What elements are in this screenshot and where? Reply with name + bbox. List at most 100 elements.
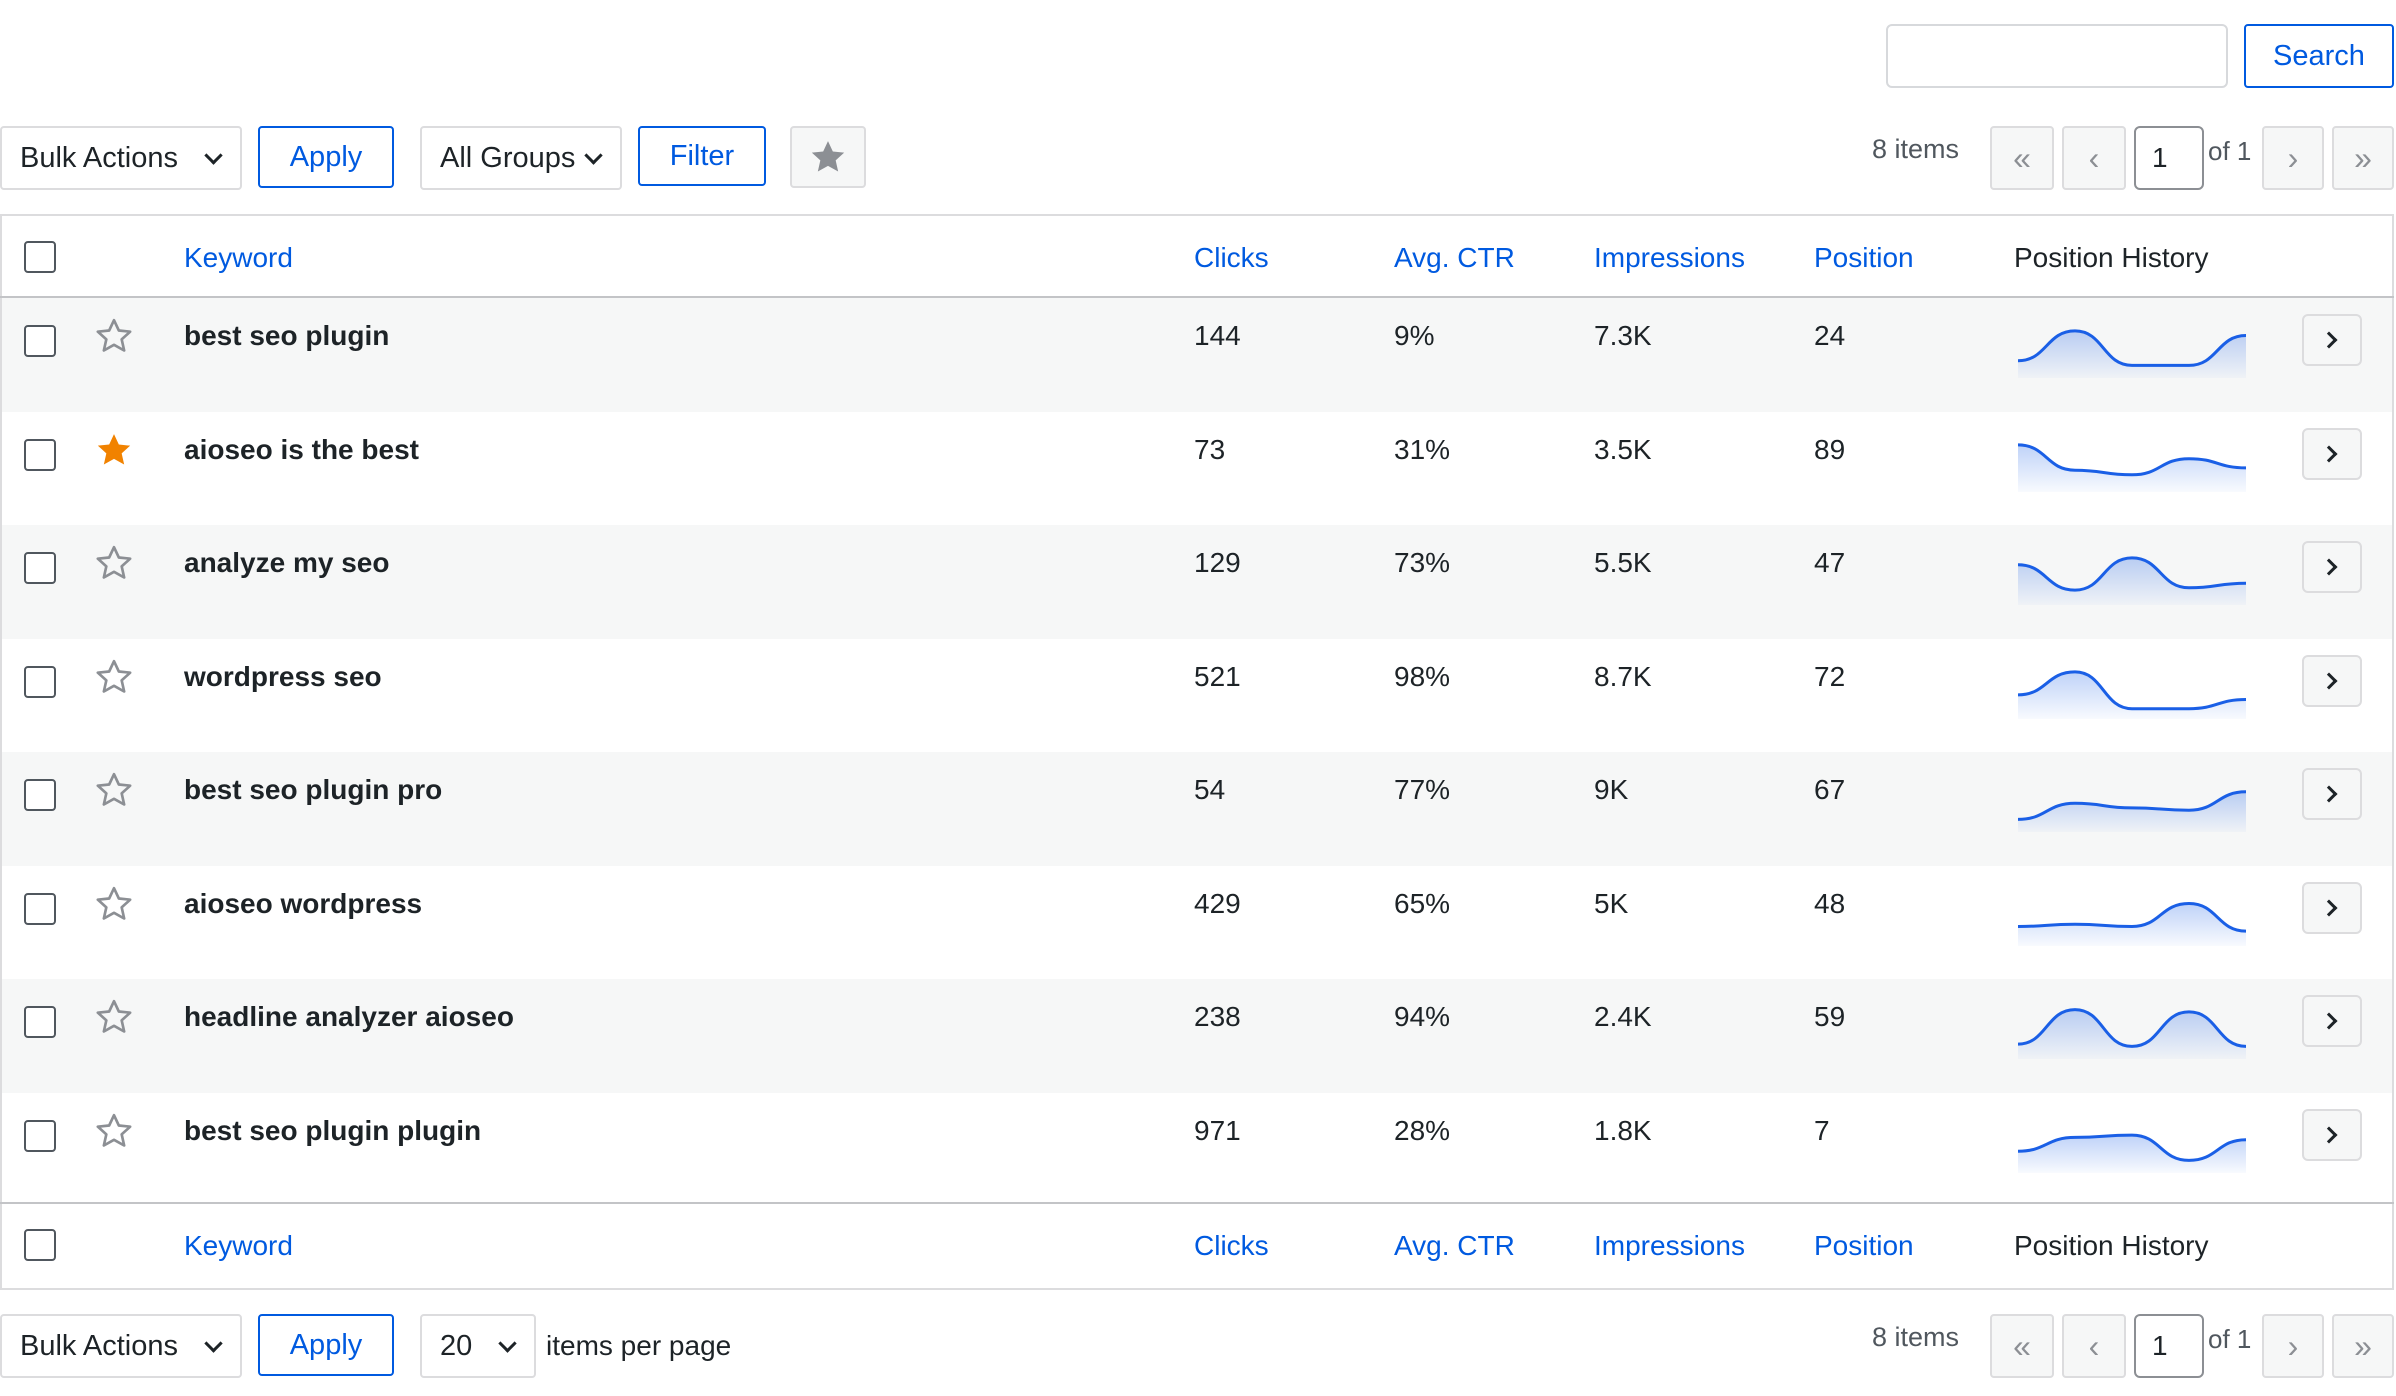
star-outline-icon[interactable] <box>94 1111 134 1151</box>
last-page-button[interactable]: » <box>2332 126 2394 190</box>
impressions-cell: 9K <box>1594 774 1629 805</box>
clicks-cell: 144 <box>1194 320 1241 351</box>
bulk-actions-label: Bulk Actions <box>20 141 178 174</box>
bulk-actions-select-bottom[interactable]: Bulk Actions <box>0 1314 242 1378</box>
row-details-button[interactable] <box>2302 428 2362 480</box>
per-page-label: items per page <box>546 1330 732 1361</box>
column-keyword[interactable]: Keyword <box>184 242 293 274</box>
favorites-filter-button[interactable] <box>790 126 866 188</box>
chevron-down-icon <box>584 146 603 165</box>
first-page-button-bottom[interactable]: « <box>1990 1314 2054 1378</box>
row-details-button[interactable] <box>2302 1109 2362 1161</box>
position-history-sparkline <box>2017 1133 2247 1173</box>
star-outline-icon[interactable] <box>94 884 134 924</box>
prev-page-button[interactable]: ‹ <box>2062 126 2126 190</box>
search-input[interactable] <box>1886 24 2228 88</box>
row-checkbox[interactable] <box>24 325 56 357</box>
impressions-cell: 5.5K <box>1594 547 1652 578</box>
footer-divider <box>0 1202 2394 1204</box>
groups-label: All Groups <box>440 141 576 174</box>
sparkline-area <box>2018 791 2246 832</box>
clicks-cell: 521 <box>1194 661 1241 692</box>
clicks-cell: 73 <box>1194 434 1226 465</box>
last-page-button-bottom[interactable]: » <box>2332 1314 2394 1378</box>
column-position[interactable]: Position <box>1814 242 1914 274</box>
column-clicks[interactable]: Clicks <box>1194 242 1269 274</box>
column-keyword-footer[interactable]: Keyword <box>184 1230 293 1262</box>
clicks-cell: 54 <box>1194 774 1226 805</box>
row-details-button[interactable] <box>2302 882 2362 934</box>
keyword-cell[interactable]: best seo plugin <box>184 320 389 352</box>
row-checkbox[interactable] <box>24 552 56 584</box>
clicks-cell: 238 <box>1194 1001 1241 1032</box>
row-details-button[interactable] <box>2302 541 2362 593</box>
star-outline-icon[interactable] <box>94 997 134 1037</box>
row-details-button[interactable] <box>2302 314 2362 366</box>
column-position-history-footer: Position History <box>2014 1230 2209 1261</box>
chevron-right-icon <box>2320 445 2338 463</box>
apply-button[interactable]: Apply <box>258 126 394 188</box>
row-checkbox[interactable] <box>24 779 56 811</box>
star-filled-icon[interactable] <box>94 430 134 470</box>
position-cell: 24 <box>1814 320 1846 351</box>
select-all-checkbox-footer[interactable] <box>24 1229 56 1261</box>
row-details-button[interactable] <box>2302 768 2362 820</box>
groups-select[interactable]: All Groups <box>420 126 622 190</box>
clicks-cell: 129 <box>1194 547 1241 578</box>
impressions-cell: 7.3K <box>1594 320 1652 351</box>
row-checkbox[interactable] <box>24 893 56 925</box>
per-page-select[interactable]: 20 <box>420 1314 536 1378</box>
ctr-cell: 94% <box>1394 1001 1451 1032</box>
keyword-cell[interactable]: best seo plugin pro <box>184 774 442 806</box>
ctr-cell: 73% <box>1394 547 1451 578</box>
column-impressions[interactable]: Impressions <box>1594 242 1745 274</box>
per-page-value: 20 <box>440 1329 473 1362</box>
keyword-cell[interactable]: aioseo is the best <box>184 434 419 466</box>
keyword-cell[interactable]: headline analyzer aioseo <box>184 1001 514 1033</box>
page-number-input[interactable]: 1 <box>2134 126 2204 190</box>
chevron-right-icon <box>2320 672 2338 690</box>
keyword-cell[interactable]: analyze my seo <box>184 547 389 579</box>
apply-button-bottom[interactable]: Apply <box>258 1314 394 1376</box>
prev-page-button-bottom[interactable]: ‹ <box>2062 1314 2126 1378</box>
impressions-cell: 1.8K <box>1594 1115 1652 1146</box>
chevron-right-icon <box>2320 331 2338 349</box>
row-checkbox[interactable] <box>24 666 56 698</box>
star-outline-icon[interactable] <box>94 770 134 810</box>
keyword-cell[interactable]: aioseo wordpress <box>184 888 422 920</box>
items-count: 8 items <box>1872 134 1960 164</box>
ctr-cell: 28% <box>1394 1115 1451 1146</box>
position-history-sparkline <box>2017 1008 2247 1059</box>
bulk-actions-select[interactable]: Bulk Actions <box>0 126 242 190</box>
row-checkbox[interactable] <box>24 1006 56 1038</box>
row-checkbox[interactable] <box>24 439 56 471</box>
star-outline-icon[interactable] <box>94 657 134 697</box>
filter-button[interactable]: Filter <box>638 126 766 186</box>
chevron-right-icon <box>2320 899 2338 917</box>
chevron-right-icon <box>2320 785 2338 803</box>
position-history-sparkline <box>2017 329 2247 378</box>
row-details-button[interactable] <box>2302 655 2362 707</box>
search-button[interactable]: Search <box>2244 24 2394 88</box>
bulk-actions-label: Bulk Actions <box>20 1329 178 1362</box>
row-checkbox[interactable] <box>24 1120 56 1152</box>
column-impressions-footer[interactable]: Impressions <box>1594 1230 1745 1262</box>
keyword-cell[interactable]: wordpress seo <box>184 661 382 693</box>
items-count-bottom: 8 items <box>1872 1322 1960 1352</box>
column-ctr-footer[interactable]: Avg. CTR <box>1394 1230 1515 1262</box>
column-clicks-footer[interactable]: Clicks <box>1194 1230 1269 1262</box>
first-page-button[interactable]: « <box>1990 126 2054 190</box>
ctr-cell: 77% <box>1394 774 1451 805</box>
next-page-button-bottom[interactable]: › <box>2262 1314 2324 1378</box>
keyword-cell[interactable]: best seo plugin plugin <box>184 1115 481 1147</box>
star-outline-icon[interactable] <box>94 316 134 356</box>
row-details-button[interactable] <box>2302 995 2362 1047</box>
select-all-checkbox[interactable] <box>24 241 56 273</box>
next-page-button[interactable]: › <box>2262 126 2324 190</box>
column-position-footer[interactable]: Position <box>1814 1230 1914 1262</box>
page-number-input-bottom[interactable]: 1 <box>2134 1314 2204 1378</box>
column-ctr[interactable]: Avg. CTR <box>1394 242 1515 274</box>
star-outline-icon[interactable] <box>94 543 134 583</box>
ctr-cell: 98% <box>1394 661 1451 692</box>
impressions-cell: 5K <box>1594 888 1629 919</box>
